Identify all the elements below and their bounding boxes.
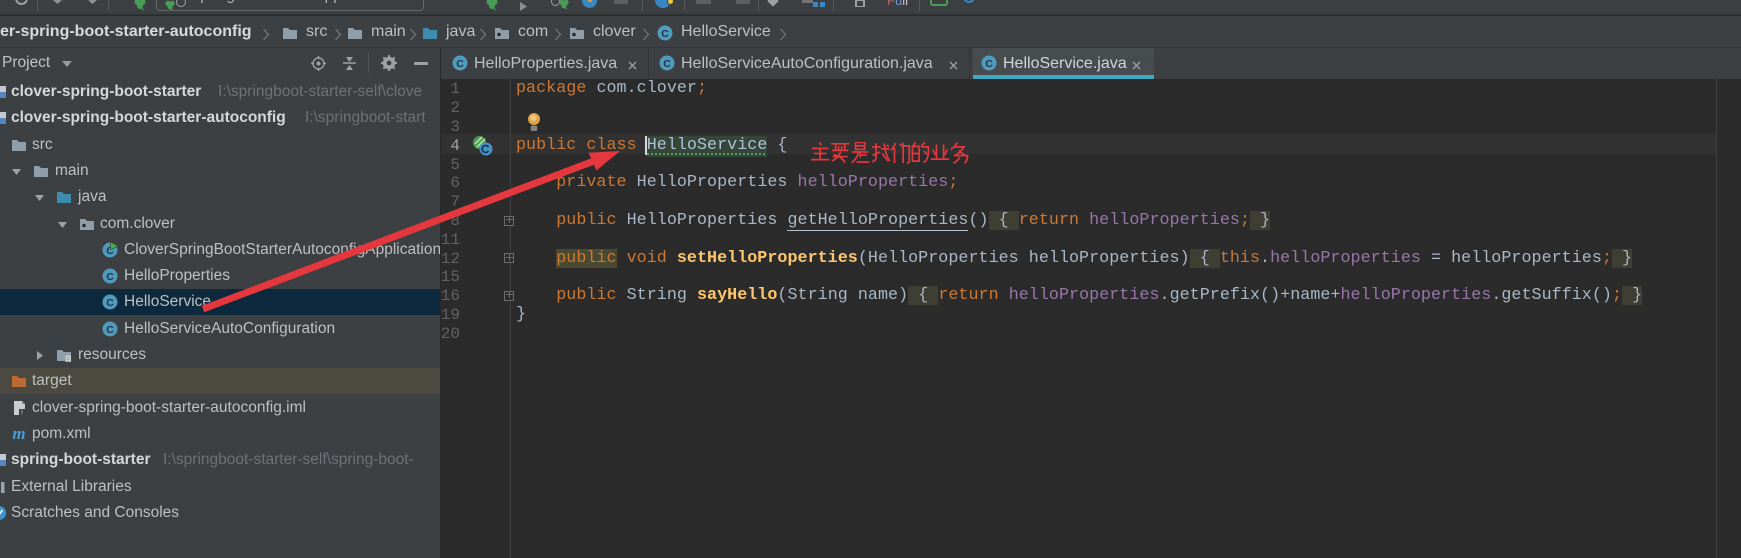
svg-text:C: C <box>663 58 671 70</box>
svg-text:C: C <box>106 297 114 309</box>
svg-text:m: m <box>12 426 25 442</box>
svg-text:C: C <box>985 58 993 70</box>
svg-text:C: C <box>661 28 669 40</box>
svg-text:C: C <box>106 271 114 283</box>
svg-text:C: C <box>106 324 114 336</box>
svg-text:C: C <box>456 58 464 70</box>
